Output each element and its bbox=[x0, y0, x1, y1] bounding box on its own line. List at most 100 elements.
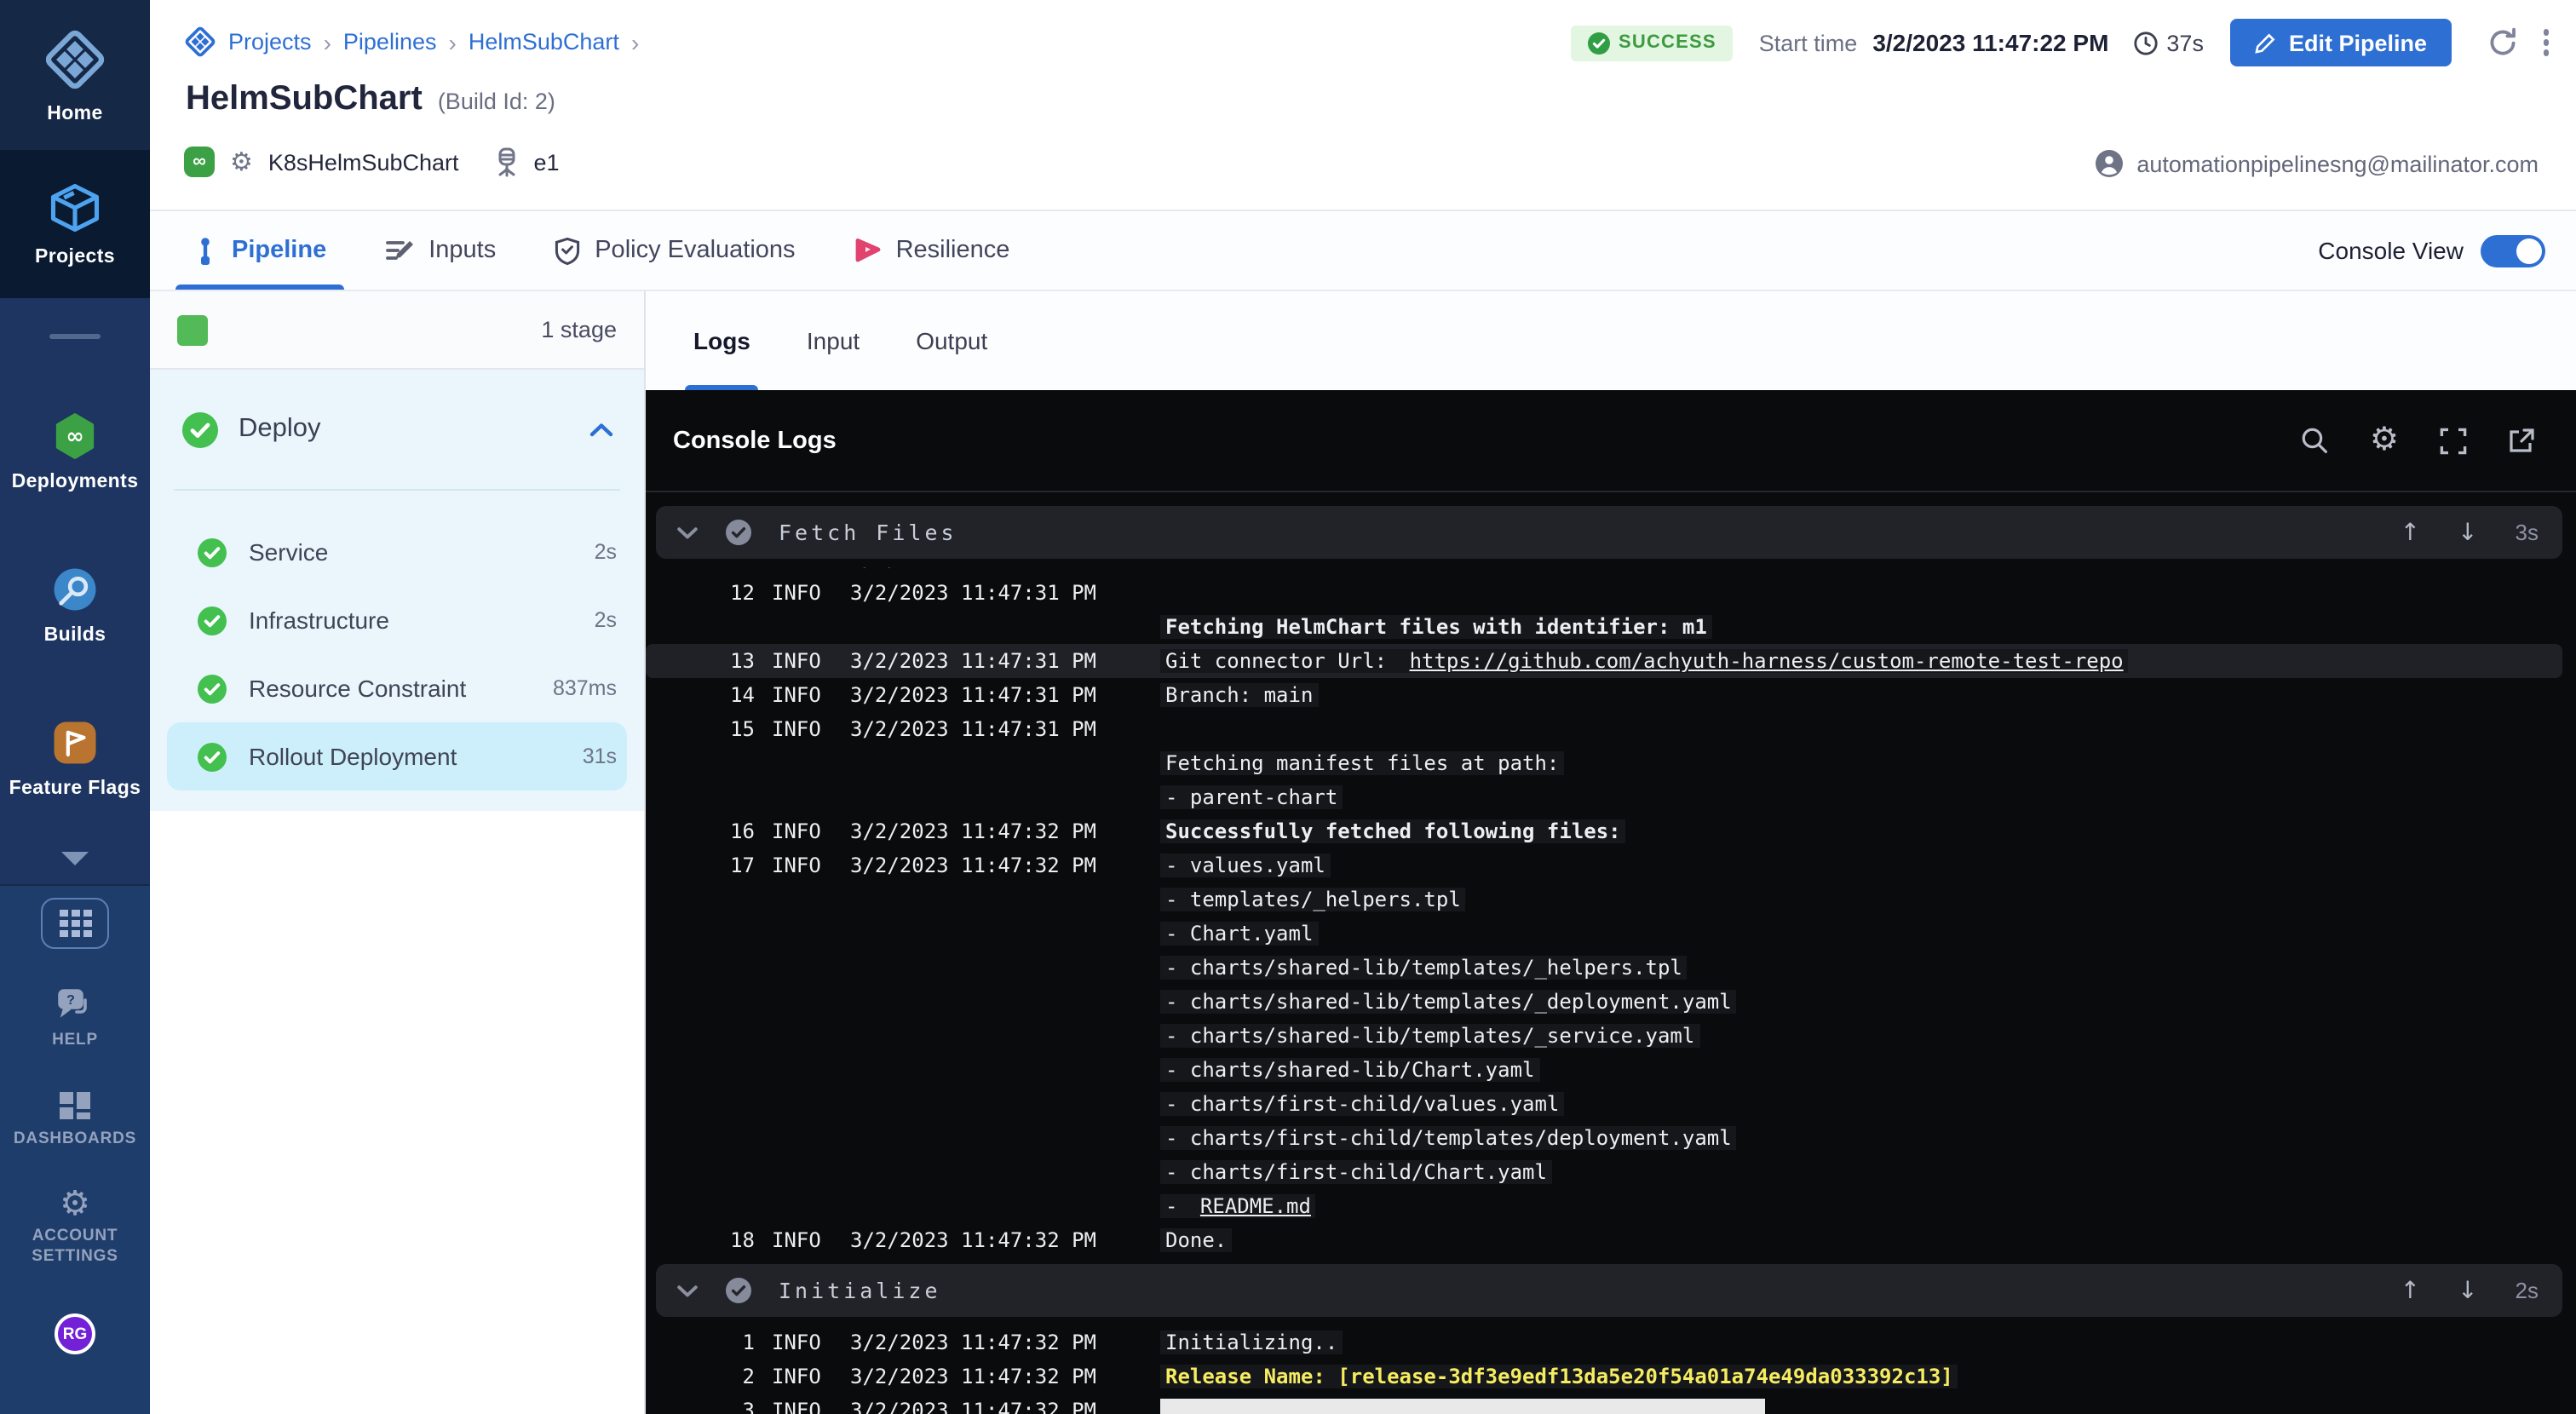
log-timestamp: 3/2/2023 11:47:32 PM bbox=[850, 848, 1099, 882]
log-message: - charts/shared-lib/templates/_helpers.t… bbox=[1160, 951, 1688, 985]
scroll-up-icon[interactable]: ↑ bbox=[2401, 515, 2420, 549]
scroll-up-icon[interactable]: ↑ bbox=[2401, 1273, 2420, 1308]
dashboards-icon bbox=[56, 1088, 94, 1122]
log-timestamp: 3/2/2023 11:47:31 PM bbox=[850, 567, 1099, 576]
sidebar-item-home[interactable]: Home bbox=[0, 0, 150, 150]
log-rows: 1INFO3/2/2023 11:47:32 PMInitializing..2… bbox=[646, 1325, 2576, 1414]
console-view-control: Console View bbox=[2318, 234, 2545, 267]
log-timestamp: 3/2/2023 11:47:31 PM bbox=[850, 644, 1099, 678]
log-timestamp: 3/2/2023 11:47:31 PM bbox=[850, 712, 1099, 746]
log-line-number: 17 bbox=[690, 848, 755, 882]
sidebar-item-label: Builds bbox=[44, 624, 106, 645]
log-timestamp: 3/2/2023 11:47:32 PM bbox=[850, 1359, 1099, 1394]
log-link[interactable]: README.md bbox=[1195, 1194, 1316, 1218]
tab-resilience[interactable]: Resilience bbox=[850, 211, 1014, 290]
status-text: SUCCESS bbox=[1619, 32, 1716, 53]
nav-sidebar: Home Projects ∞ Deployments Builds bbox=[0, 0, 150, 1414]
user-avatar[interactable]: RG bbox=[55, 1313, 95, 1354]
environment-name[interactable]: e1 bbox=[534, 149, 560, 175]
feature-flags-icon bbox=[51, 718, 99, 766]
scroll-down-icon[interactable]: ↓ bbox=[2458, 1273, 2477, 1308]
grid-icon bbox=[59, 910, 91, 937]
log-link[interactable]: https://github.com/achyuth-harness/custo… bbox=[1405, 649, 2129, 673]
sidebar-item-projects[interactable]: Projects bbox=[0, 150, 150, 298]
log-message: - charts/first-child/values.yaml bbox=[1160, 1087, 1564, 1121]
edit-pipeline-button[interactable]: Edit Pipeline bbox=[2231, 19, 2451, 66]
step-duration: 31s bbox=[583, 744, 617, 768]
clock-icon bbox=[2132, 30, 2158, 55]
log-section-controls: ↑↓3s bbox=[2401, 515, 2539, 549]
log-row: 2INFO3/2/2023 11:47:32 PMRelease Name: [… bbox=[646, 1359, 2576, 1394]
step-row-service[interactable]: Service 2s bbox=[150, 518, 644, 586]
log-message: Git connector Url: https://github.com/ac… bbox=[1160, 644, 2129, 678]
step-success-icon bbox=[198, 537, 227, 566]
chevron-down-icon[interactable] bbox=[676, 526, 699, 539]
sidebar-item-feature-flags[interactable]: Feature Flags bbox=[0, 693, 150, 823]
module-grid-button[interactable] bbox=[41, 898, 109, 949]
log-level bbox=[772, 917, 830, 951]
breadcrumb-pipelines[interactable]: Pipelines bbox=[343, 29, 437, 55]
cd-module-icon: ∞ bbox=[184, 147, 215, 177]
log-line-number bbox=[690, 780, 755, 814]
user-email: automationpipelinesng@mailinator.com bbox=[2136, 151, 2539, 176]
step-row-rollout-deployment[interactable]: Rollout Deployment 31s bbox=[150, 722, 644, 790]
log-section-header[interactable]: Fetch Files↑↓3s bbox=[656, 506, 2562, 559]
refresh-icon[interactable] bbox=[2487, 27, 2517, 58]
sidebar-item-dashboards[interactable]: DASHBOARDS bbox=[14, 1088, 136, 1148]
fullscreen-icon[interactable] bbox=[2440, 427, 2467, 454]
execution-tabs: Pipeline Inputs Policy Evaluations Resil… bbox=[150, 211, 2576, 291]
log-level: INFO bbox=[772, 644, 830, 678]
step-row-resource-constraint[interactable]: Resource Constraint 837ms bbox=[150, 654, 644, 722]
sidebar-collapse-chevron-icon[interactable] bbox=[58, 850, 92, 867]
console-header-icons: ⚙ bbox=[2300, 424, 2535, 457]
sidebar-item-deployments[interactable]: ∞ Deployments bbox=[0, 387, 150, 516]
tab-logs[interactable]: Logs bbox=[690, 291, 754, 390]
search-icon[interactable] bbox=[2300, 426, 2329, 455]
log-line-number bbox=[690, 1121, 755, 1155]
log-timestamp bbox=[850, 1087, 1099, 1121]
pipeline-meta: ∞ ⚙ K8sHelmSubChart e1 bbox=[184, 147, 560, 177]
chevron-down-icon[interactable] bbox=[676, 1284, 699, 1297]
tab-output[interactable]: Output bbox=[912, 291, 991, 390]
console-settings-gear-icon[interactable]: ⚙ bbox=[2370, 424, 2399, 457]
log-text: - bbox=[1160, 1194, 1195, 1218]
log-line-number bbox=[690, 1087, 755, 1121]
chevron-up-icon[interactable] bbox=[589, 422, 613, 437]
harness-logo-icon[interactable] bbox=[184, 26, 216, 58]
scroll-down-icon[interactable]: ↓ bbox=[2458, 515, 2477, 549]
tab-policy-evaluations[interactable]: Policy Evaluations bbox=[550, 211, 798, 290]
app: Home Projects ∞ Deployments Builds bbox=[0, 0, 2576, 1414]
tab-label: Pipeline bbox=[232, 237, 326, 264]
log-message: Done. bbox=[1160, 1223, 1232, 1257]
log-timestamp bbox=[850, 1189, 1099, 1223]
log-line-number bbox=[690, 951, 755, 985]
log-timestamp: 3/2/2023 11:47:31 PM bbox=[850, 678, 1099, 712]
console-view-toggle[interactable] bbox=[2481, 234, 2545, 267]
step-row-infrastructure[interactable]: Infrastructure 2s bbox=[150, 586, 644, 654]
log-line-number: 15 bbox=[690, 712, 755, 746]
service-name[interactable]: K8sHelmSubChart bbox=[268, 149, 459, 175]
log-level bbox=[772, 746, 830, 780]
log-section-header[interactable]: Initialize↑↓2s bbox=[656, 1264, 2562, 1317]
tab-inputs[interactable]: Inputs bbox=[381, 211, 499, 290]
tab-pipeline[interactable]: Pipeline bbox=[189, 211, 330, 290]
log-row-inner: 18INFO3/2/2023 11:47:32 PMDone. bbox=[690, 1223, 2576, 1257]
breadcrumb-projects[interactable]: Projects bbox=[228, 29, 312, 55]
log-row-inner: - Chart.yaml bbox=[690, 917, 2576, 951]
breadcrumb-pipeline-name[interactable]: HelmSubChart bbox=[469, 29, 619, 55]
more-options-kebab-icon[interactable] bbox=[2543, 30, 2549, 56]
tab-input[interactable]: Input bbox=[803, 291, 863, 390]
log-level bbox=[772, 1053, 830, 1087]
log-row-inner: - charts/first-child/templates/deploymen… bbox=[690, 1121, 2576, 1155]
sidebar-item-help[interactable]: ? HELP bbox=[52, 986, 98, 1050]
sidebar-item-label: Deployments bbox=[12, 471, 139, 491]
open-in-new-icon[interactable] bbox=[2508, 427, 2535, 454]
stage-row-deploy[interactable]: Deploy bbox=[150, 370, 644, 489]
console-scroll[interactable]: Fetch Files↑↓3s11INFO3/2/2023 11:47:31 P… bbox=[646, 492, 2576, 1414]
sidebar-item-builds[interactable]: Builds bbox=[0, 540, 150, 670]
sidebar-item-account-settings[interactable]: ⚙ ACCOUNT SETTINGS bbox=[15, 1186, 135, 1266]
log-timestamp bbox=[850, 1019, 1099, 1053]
tab-label: Resilience bbox=[896, 237, 1010, 264]
log-message: Successfully fetched following files: bbox=[1160, 814, 1626, 848]
log-timestamp bbox=[850, 985, 1099, 1019]
